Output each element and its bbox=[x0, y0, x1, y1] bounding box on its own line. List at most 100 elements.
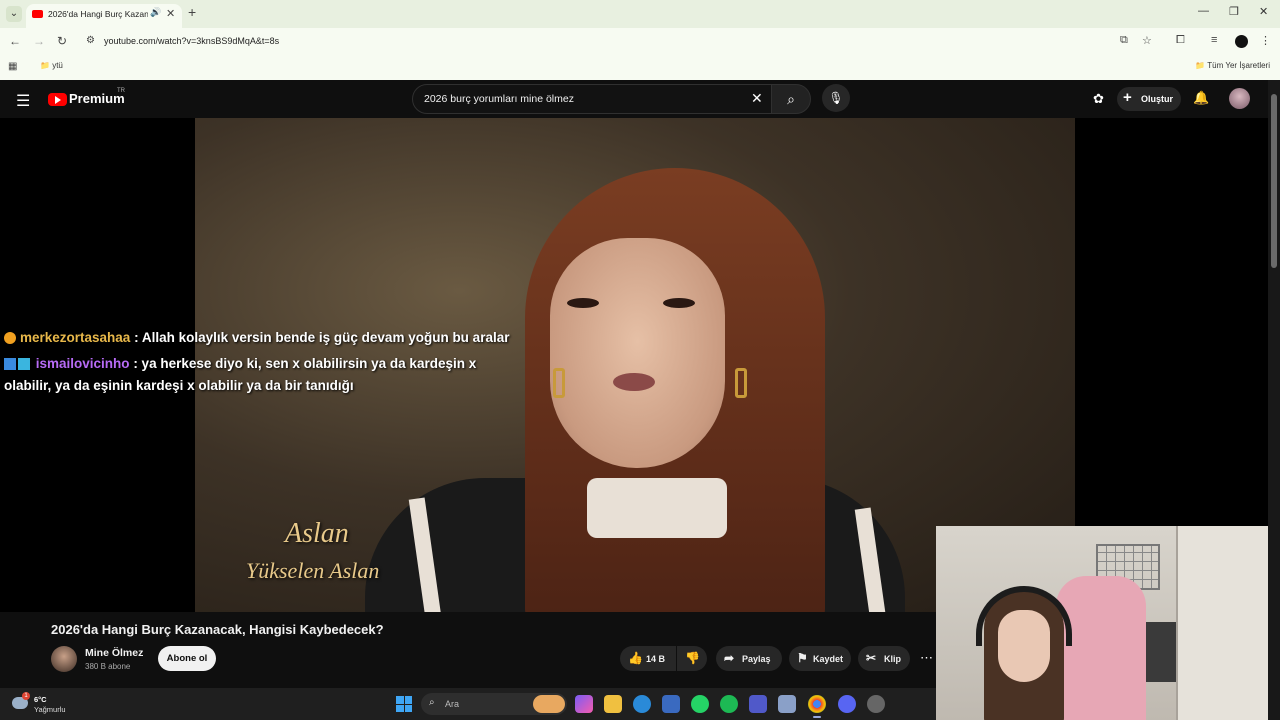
media-control-icon[interactable]: ≡ bbox=[1211, 34, 1217, 46]
chat-message-continued: olabilir, ya da eşinin kardeşi x olabili… bbox=[4, 378, 354, 393]
subscribe-button[interactable]: Abone ol bbox=[158, 646, 216, 671]
save-label: Kaydet bbox=[813, 654, 844, 664]
create-button[interactable]: + Oluştur bbox=[1117, 87, 1181, 111]
channel-name[interactable]: Mine Ölmez bbox=[85, 647, 143, 659]
minimize-icon[interactable]: — bbox=[1198, 5, 1209, 17]
back-icon[interactable]: ← bbox=[9, 34, 21, 48]
all-bookmarks-folder[interactable]: 📁 Tüm Yer İşaretleri bbox=[1195, 61, 1270, 70]
wardrobe-door bbox=[1176, 526, 1268, 720]
chat-text: : ya herkese diyo ki, sen x olabilirsin … bbox=[133, 356, 477, 371]
gaming-chair bbox=[1056, 576, 1146, 720]
bookmark-folder-label: ytü bbox=[52, 61, 63, 70]
whatsapp-icon[interactable] bbox=[691, 695, 709, 713]
like-button[interactable]: 👍 14 B bbox=[620, 646, 676, 671]
speaker-icon[interactable]: 🔊 bbox=[150, 7, 161, 18]
extensions-icon[interactable]: ⧠ bbox=[1176, 34, 1185, 47]
share-label: Paylaş bbox=[742, 654, 771, 664]
install-app-icon[interactable]: ⧉ bbox=[1120, 34, 1128, 47]
windows-taskbar: 1 6°C Yağmurlu ⌕ Ara bbox=[0, 688, 936, 720]
weather-temperature[interactable]: 6°C bbox=[34, 695, 47, 704]
hamburger-menu-icon[interactable]: ☰ bbox=[16, 91, 30, 111]
chat-badge-icon bbox=[18, 358, 30, 371]
video-overlay-title: Aslan bbox=[285, 518, 349, 549]
presenter-eye bbox=[567, 298, 599, 308]
address-bar[interactable]: ⚙ youtube.com/watch?v=3knsBS9dMqA&t=8s bbox=[80, 31, 1100, 53]
edge-icon[interactable] bbox=[633, 695, 651, 713]
notifications-bell-icon[interactable]: 🔔 bbox=[1193, 90, 1209, 106]
taskbar-search-placeholder: Ara bbox=[445, 699, 460, 709]
turtleneck-collar bbox=[587, 478, 727, 538]
subscriber-count: 380 B abone bbox=[85, 662, 131, 671]
weather-description[interactable]: Yağmurlu bbox=[34, 705, 66, 714]
more-actions-icon[interactable]: ⋯ bbox=[920, 650, 933, 666]
presenter-face bbox=[550, 238, 725, 468]
teams-icon[interactable] bbox=[749, 695, 767, 713]
app-icon[interactable] bbox=[778, 695, 796, 713]
streamer-webcam bbox=[936, 526, 1268, 720]
premium-features-icon[interactable]: ✿ bbox=[1093, 91, 1104, 107]
taskbar-search[interactable]: ⌕ Ara bbox=[421, 693, 567, 715]
page-scrollbar[interactable] bbox=[1268, 80, 1280, 720]
app-icon[interactable] bbox=[867, 695, 885, 713]
chrome-icon[interactable] bbox=[808, 695, 826, 713]
browser-tab[interactable]: 2026'da Hangi Burç Kazanacak 🔊 ✕ bbox=[26, 4, 182, 28]
thumbs-up-icon: 👍 bbox=[628, 651, 643, 665]
restore-icon[interactable]: ❐ bbox=[1229, 5, 1239, 18]
spotify-icon[interactable] bbox=[720, 695, 738, 713]
chat-badge-icon bbox=[4, 332, 16, 345]
close-tab-icon[interactable]: ✕ bbox=[166, 7, 175, 20]
new-tab-button[interactable]: + bbox=[188, 4, 196, 20]
close-window-icon[interactable]: ✕ bbox=[1259, 5, 1268, 18]
video-overlay-subtitle: Yükselen Aslan bbox=[246, 558, 380, 583]
tab-search-chevron-icon[interactable]: ⌄ bbox=[6, 6, 22, 22]
chat-username: ismailovicinho bbox=[35, 356, 130, 371]
discord-icon[interactable] bbox=[838, 695, 856, 713]
site-info-icon[interactable]: ⚙ bbox=[86, 35, 95, 46]
account-avatar[interactable] bbox=[1229, 88, 1250, 109]
region-code: TR bbox=[117, 88, 125, 94]
apps-grid-icon[interactable]: ▦ bbox=[8, 61, 17, 72]
dislike-button[interactable]: 👎 bbox=[677, 646, 707, 671]
tab-title: 2026'da Hangi Burç Kazanacak bbox=[48, 9, 148, 19]
url-text: youtube.com/watch?v=3knsBS9dMqA&t=8s bbox=[104, 36, 280, 46]
search-query: 2026 burç yorumları mine ölmez bbox=[424, 93, 574, 105]
bookmark-star-icon[interactable]: ☆ bbox=[1142, 34, 1152, 47]
bookmark-folder-ytu[interactable]: 📁 ytü bbox=[40, 61, 63, 70]
create-label: Oluştur bbox=[1141, 94, 1174, 104]
weather-badge: 1 bbox=[22, 692, 30, 700]
chat-text: : Allah kolaylık versin bende iş güç dev… bbox=[134, 330, 510, 345]
voice-search-mic-icon[interactable]: 🎙 bbox=[822, 84, 850, 112]
forward-icon[interactable]: → bbox=[33, 34, 45, 48]
reload-icon[interactable]: ↻ bbox=[57, 34, 67, 48]
earring bbox=[553, 368, 565, 398]
clip-label: Klip bbox=[884, 654, 901, 664]
search-icon: ⌕ bbox=[787, 91, 795, 107]
channel-avatar[interactable] bbox=[51, 646, 77, 672]
presenter-mouth bbox=[613, 373, 655, 391]
clear-search-icon[interactable]: ✕ bbox=[751, 90, 763, 107]
video-title: 2026'da Hangi Burç Kazanacak, Hangisi Ka… bbox=[51, 622, 384, 637]
windows-start-icon[interactable] bbox=[396, 696, 412, 712]
chat-badge-icon bbox=[4, 358, 16, 371]
share-button[interactable]: ➦ Paylaş bbox=[716, 646, 782, 671]
earring bbox=[735, 368, 747, 398]
copilot-icon[interactable] bbox=[575, 695, 593, 713]
store-icon[interactable] bbox=[662, 695, 680, 713]
bookmarks-bar: ▦ 📁 ytü 📁 Tüm Yer İşaretleri bbox=[0, 56, 1280, 80]
menu-kebab-icon[interactable]: ⋮ bbox=[1260, 34, 1271, 47]
save-button[interactable]: ⚑ Kaydet bbox=[789, 646, 851, 671]
search-icon: ⌕ bbox=[429, 697, 435, 708]
scissors-icon: ✂ bbox=[866, 651, 877, 665]
search-highlight-image bbox=[533, 695, 565, 713]
clip-button[interactable]: ✂ Klip bbox=[858, 646, 910, 671]
search-input[interactable]: 2026 burç yorumları mine ölmez ✕ bbox=[412, 84, 772, 114]
youtube-header: ☰ Premium TR 2026 burç yorumları mine öl… bbox=[0, 80, 1268, 118]
search-button[interactable]: ⌕ bbox=[771, 84, 811, 114]
active-app-indicator bbox=[813, 716, 821, 718]
chat-message: ismailovicinho : ya herkese diyo ki, sen… bbox=[4, 356, 476, 371]
scrollbar-thumb[interactable] bbox=[1271, 94, 1277, 268]
youtube-play-icon bbox=[55, 96, 61, 104]
file-explorer-icon[interactable] bbox=[604, 695, 622, 713]
profile-avatar[interactable] bbox=[1235, 35, 1248, 48]
all-bookmarks-label: Tüm Yer İşaretleri bbox=[1207, 61, 1270, 70]
